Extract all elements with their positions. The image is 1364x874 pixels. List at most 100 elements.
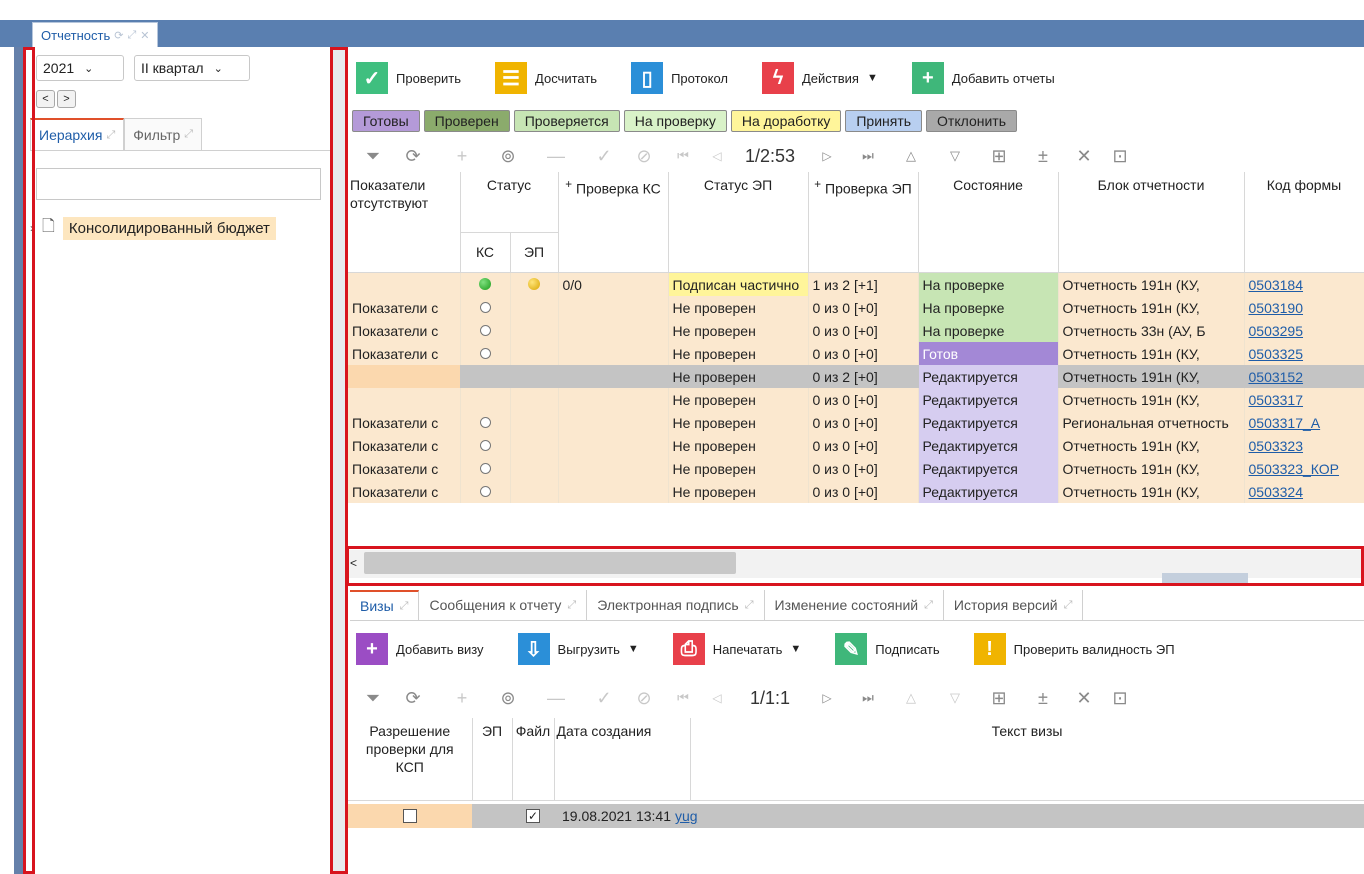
export-icon[interactable]: ⊡ — [1102, 146, 1138, 167]
add-visa-button[interactable]: + Добавить визу — [356, 633, 484, 665]
last-page-icon[interactable]: ⏭ — [846, 148, 890, 164]
tree-item[interactable]: › 🗋 Консолидированный бюджет — [30, 215, 276, 241]
minus-icon[interactable]: — — [528, 146, 584, 167]
clip-icon[interactable]: ⊚ — [488, 688, 528, 709]
cancel-icon[interactable]: ⊘ — [624, 146, 664, 167]
check-button[interactable]: ✓ Проверить — [356, 62, 461, 94]
form-code-link[interactable]: 0503324 — [1249, 484, 1304, 500]
add-icon[interactable]: + — [436, 146, 488, 167]
clear-icon[interactable]: ✕ — [1066, 146, 1102, 167]
col-ep[interactable]: ЭП — [510, 232, 559, 273]
table-row[interactable]: Показатели с Не проверен 0 из 0 [+0] На про… — [348, 319, 1364, 342]
last-page-icon[interactable]: ⏭ — [846, 690, 890, 706]
bottom-tab[interactable]: История версий ⤢ — [944, 590, 1084, 620]
quarter-select[interactable]: II квартал ⌄ — [134, 55, 250, 81]
permission-checkbox[interactable] — [403, 809, 417, 823]
expand-icon[interactable]: ⤢ — [127, 29, 136, 42]
col-status[interactable]: Статус — [460, 172, 559, 233]
clear-icon[interactable]: ✕ — [1066, 688, 1102, 709]
filter-icon[interactable]: ⏷ — [356, 688, 390, 709]
group-icon[interactable]: ± — [1020, 688, 1066, 709]
sort-desc-icon[interactable]: ▽ — [932, 148, 978, 164]
visa-text-link[interactable]: yug — [675, 808, 698, 824]
columns-icon[interactable]: ⊞ — [978, 146, 1020, 167]
minus-icon[interactable]: — — [528, 688, 584, 709]
table-row[interactable]: Показатели с Не проверен 0 из 0 [+0] Готов О… — [348, 342, 1364, 365]
table-row[interactable]: Показатели с Не проверен 0 из 0 [+0] Редакт… — [348, 411, 1364, 434]
status-button[interactable]: Принять — [845, 110, 923, 132]
refresh-icon[interactable]: ⟳ — [114, 29, 123, 42]
refresh-icon[interactable]: ⟳ — [390, 688, 436, 709]
status-button[interactable]: Проверяется — [513, 110, 620, 132]
refresh-icon[interactable]: ⟳ — [390, 146, 436, 167]
next-period-button[interactable]: > — [57, 90, 76, 108]
file-checkbox[interactable]: ✓ — [526, 809, 540, 823]
export-icon[interactable]: ⊡ — [1102, 688, 1138, 709]
next-page-icon[interactable]: ▷ — [808, 691, 846, 705]
validate-signature-button[interactable]: ! Проверить валидность ЭП — [973, 633, 1175, 665]
form-code-link[interactable]: 0503184 — [1249, 277, 1304, 293]
form-code-link[interactable]: 0503190 — [1249, 300, 1304, 316]
table-row[interactable]: Показатели с Не проверен 0 из 0 [+0] Редакт… — [348, 434, 1364, 457]
col-permission[interactable]: Разрешение проверки для КСП — [348, 718, 473, 801]
table-row[interactable]: 0/0 Подписан частично 1 из 2 [+1] На провер… — [348, 273, 1364, 296]
form-code-link[interactable]: 0503325 — [1249, 346, 1304, 362]
col-created[interactable]: Дата создания — [554, 718, 691, 801]
sort-desc-icon[interactable]: ▽ — [932, 690, 978, 706]
sort-asc-icon[interactable]: △ — [890, 148, 932, 164]
form-code-link[interactable]: 0503295 — [1249, 323, 1304, 339]
visa-row[interactable]: ✓ 19.08.2021 13:41 yug — [348, 804, 1364, 828]
table-row[interactable]: Не проверен 0 из 2 [+0] Редактируется Отчет… — [348, 365, 1364, 388]
filter-icon[interactable]: ⏷ — [356, 146, 390, 167]
confirm-icon[interactable]: ✓ — [584, 688, 624, 709]
status-button[interactable]: Отклонить — [926, 110, 1018, 132]
add-reports-button[interactable]: + Добавить отчеты — [911, 62, 1055, 94]
add-icon[interactable]: + — [436, 688, 488, 709]
table-row[interactable]: Показатели с Не проверен 0 из 0 [+0] Редакт… — [348, 480, 1364, 503]
recalc-button[interactable]: ☰ Досчитать — [495, 62, 597, 94]
clip-icon[interactable]: ⊚ — [488, 146, 528, 167]
col-missing[interactable]: Показатели отсутствуют — [348, 172, 461, 273]
form-code-link[interactable]: 0503152 — [1249, 369, 1304, 385]
tab-reports[interactable]: Отчетность ⟳ ⤢ ✕ — [32, 22, 159, 47]
col-file[interactable]: Файл — [512, 718, 555, 801]
actions-button[interactable]: ϟ Действия ▼ — [762, 62, 878, 94]
first-page-icon[interactable]: ⏮ — [664, 148, 702, 164]
col-visa-ep[interactable]: ЭП — [472, 718, 513, 801]
bottom-tab[interactable]: Электронная подпись ⤢ — [587, 590, 765, 620]
table-row[interactable]: Показатели с Не проверен 0 из 0 [+0] Редакт… — [348, 457, 1364, 480]
table-row[interactable]: Показатели с Не проверен 0 из 0 [+0] На про… — [348, 296, 1364, 319]
close-icon[interactable]: ✕ — [140, 29, 149, 42]
form-code-link[interactable]: 0503323_КОР — [1249, 461, 1340, 477]
export-button[interactable]: ⇩ Выгрузить ▼ — [517, 633, 639, 665]
sort-asc-icon[interactable]: △ — [890, 690, 932, 706]
col-ks[interactable]: КС — [460, 232, 511, 273]
form-code-link[interactable]: 0503323 — [1249, 438, 1304, 454]
col-status-ep[interactable]: Статус ЭП — [668, 172, 809, 273]
tab-hierarchy[interactable]: Иерархия ⤢ — [30, 118, 125, 150]
bottom-tab[interactable]: Изменение состояний ⤢ — [765, 590, 944, 620]
hierarchy-search-input[interactable] — [36, 168, 321, 200]
cancel-icon[interactable]: ⊘ — [624, 688, 664, 709]
next-page-icon[interactable]: ▷ — [808, 149, 846, 163]
columns-icon[interactable]: ⊞ — [978, 688, 1020, 709]
tab-filter[interactable]: Фильтр ⤢ — [124, 118, 203, 150]
col-state[interactable]: Состояние — [918, 172, 1059, 273]
table-row[interactable]: Не проверен 0 из 0 [+0] Редактируется Отчет… — [348, 388, 1364, 411]
prev-page-icon[interactable]: ◁ — [702, 691, 732, 705]
confirm-icon[interactable]: ✓ — [584, 146, 624, 167]
form-code-link[interactable]: 0503317_A — [1249, 415, 1321, 431]
prev-period-button[interactable]: < — [36, 90, 55, 108]
first-page-icon[interactable]: ⏮ — [664, 690, 702, 706]
print-button[interactable]: ⎙ Напечатать ▼ — [672, 633, 801, 665]
form-code-link[interactable]: 0503317 — [1249, 392, 1304, 408]
status-button[interactable]: На доработку — [730, 110, 842, 132]
group-icon[interactable]: ± — [1020, 146, 1066, 167]
bottom-tab[interactable]: Сообщения к отчету ⤢ — [419, 590, 588, 620]
col-visa-text[interactable]: Текст визы — [690, 718, 1364, 801]
status-button[interactable]: Готовы — [352, 110, 420, 132]
bottom-tab[interactable]: Визы ⤢ — [350, 590, 420, 620]
col-block[interactable]: Блок отчетности — [1058, 172, 1245, 273]
col-check-ks[interactable]: + Проверка КС — [558, 172, 669, 273]
prev-page-icon[interactable]: ◁ — [702, 149, 732, 163]
